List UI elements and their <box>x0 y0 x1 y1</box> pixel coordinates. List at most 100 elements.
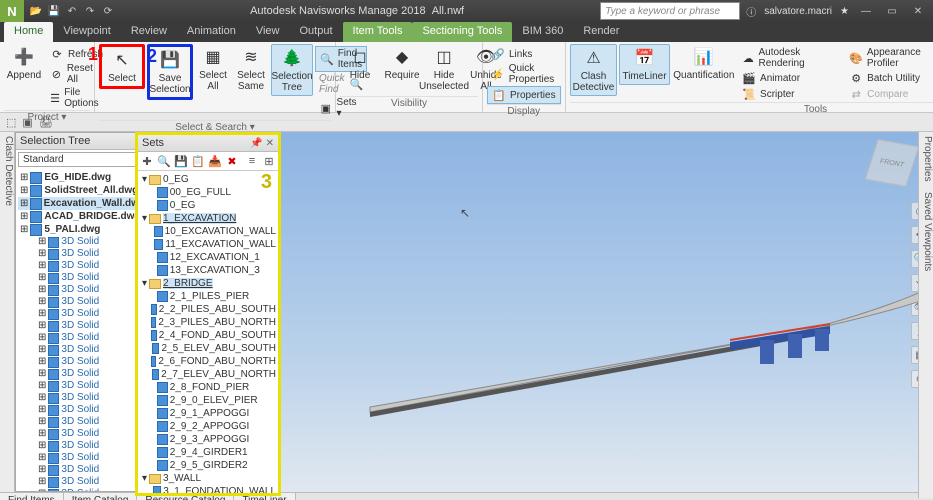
close-button[interactable]: ✕ <box>909 4 927 18</box>
select-button[interactable]: ↖ Select <box>99 44 145 89</box>
close-sets[interactable]: ✕ <box>266 138 274 149</box>
minimize-button[interactable]: — <box>857 4 875 18</box>
tab-view[interactable]: View <box>246 22 290 42</box>
timeliner-button[interactable]: 📅TimeLiner <box>619 44 669 85</box>
sets-expand-icon[interactable]: ⊞ <box>262 154 276 168</box>
tree-file-item[interactable]: ⊞5_PALI.dwg <box>18 223 147 236</box>
tree-solid-item[interactable]: ⊞3D Solid <box>18 236 147 248</box>
user-name[interactable]: salvatore.macri <box>764 6 832 17</box>
selection-tree-body[interactable]: ⊞EG_HIDE.dwg⊞SolidStreet_All.dwg⊞Excavat… <box>16 169 149 491</box>
pin-icon[interactable]: 📌 <box>250 138 262 149</box>
sets-set-item[interactable]: 2_9_1_APPOGGI <box>140 407 276 420</box>
tree-file-item[interactable]: ⊞ACAD_BRIDGE.dwg <box>18 210 147 223</box>
sets-set-item[interactable]: 00_EG_FULL <box>140 186 276 199</box>
sets-set-item[interactable]: 2_3_PILES_ABU_NORTH <box>140 316 276 329</box>
tree-solid-item[interactable]: ⊞3D Solid <box>18 284 147 296</box>
tree-solid-item[interactable]: ⊞3D Solid <box>18 260 147 272</box>
tree-solid-item[interactable]: ⊞3D Solid <box>18 356 147 368</box>
append-button[interactable]: ➕ Append <box>4 44 44 83</box>
tab-bim360[interactable]: BIM 360 <box>512 22 573 42</box>
saved-viewpoints-tab[interactable]: Saved Viewpoints <box>919 192 933 271</box>
tab-viewpoint[interactable]: Viewpoint <box>53 22 121 42</box>
tree-file-item[interactable]: ⊞EG_HIDE.dwg <box>18 171 147 184</box>
bottom-tab-item-catalog[interactable]: Item Catalog <box>64 493 138 500</box>
selection-tree-button[interactable]: 🌲 Selection Tree <box>271 44 313 96</box>
links-button[interactable]: 🔗Links <box>487 46 561 62</box>
save-selection-button[interactable]: 💾 Save Selection <box>147 44 193 100</box>
tab-sectioning-tools[interactable]: Sectioning Tools <box>412 22 512 42</box>
open-icon[interactable]: 📂 <box>30 5 42 17</box>
tree-solid-item[interactable]: ⊞3D Solid <box>18 476 147 488</box>
tab-output[interactable]: Output <box>290 22 343 42</box>
sets-dup-icon[interactable]: 📋 <box>191 154 205 168</box>
sets-search-icon[interactable]: 🔍 <box>157 154 171 168</box>
tree-solid-item[interactable]: ⊞3D Solid <box>18 428 147 440</box>
sets-set-item[interactable]: 2_9_2_APPOGGI <box>140 420 276 433</box>
tree-solid-item[interactable]: ⊞3D Solid <box>18 332 147 344</box>
scripter-button[interactable]: 📜Scripter <box>738 86 843 102</box>
sets-save-icon[interactable]: 💾 <box>174 154 188 168</box>
sets-set-item[interactable]: 10_EXCAVATION_WALL <box>140 225 276 238</box>
tab-animation[interactable]: Animation <box>177 22 246 42</box>
select-all-button[interactable]: ▦ Select All <box>195 44 231 94</box>
tree-mode-dropdown[interactable]: Standard▾ <box>18 152 147 167</box>
sets-new-icon[interactable]: ✚ <box>140 154 154 168</box>
tree-solid-item[interactable]: ⊞3D Solid <box>18 308 147 320</box>
tree-solid-item[interactable]: ⊞3D Solid <box>18 320 147 332</box>
sets-folder-item[interactable]: ▾0_EG <box>140 173 276 186</box>
tree-solid-item[interactable]: ⊞3D Solid <box>18 380 147 392</box>
animator-button[interactable]: 🎬Animator <box>738 70 843 86</box>
appearance-profiler-button[interactable]: 🎨Appearance Profiler <box>845 46 933 70</box>
sets-delete-icon[interactable]: ✖ <box>225 154 239 168</box>
batch-utility-button[interactable]: ⚙Batch Utility <box>845 70 933 86</box>
tree-solid-item[interactable]: ⊞3D Solid <box>18 344 147 356</box>
sets-set-item[interactable]: 2_9_5_GIRDER2 <box>140 459 276 472</box>
viewcube[interactable]: FRONT <box>865 139 919 187</box>
tree-solid-item[interactable]: ⊞3D Solid <box>18 296 147 308</box>
quick-properties-button[interactable]: ⚡Quick Properties <box>487 62 561 86</box>
tree-solid-item[interactable]: ⊞3D Solid <box>18 368 147 380</box>
tab-item-tools[interactable]: Item Tools <box>343 22 413 42</box>
sets-sort-icon[interactable]: ≡ <box>245 154 259 168</box>
sets-set-item[interactable]: 2_2_PILES_ABU_SOUTH <box>140 303 276 316</box>
clash-detective-tab[interactable]: Clash Detective <box>0 132 15 492</box>
save-icon[interactable]: 💾 <box>48 5 60 17</box>
sets-folder-item[interactable]: ▾3_WALL <box>140 472 276 485</box>
infocenter-icon[interactable]: ⓘ <box>746 4 756 19</box>
tree-solid-item[interactable]: ⊞3D Solid <box>18 452 147 464</box>
sets-set-item[interactable]: 11_EXCAVATION_WALL <box>140 238 276 251</box>
favorite-icon[interactable]: ★ <box>840 6 849 17</box>
tree-solid-item[interactable]: ⊞3D Solid <box>18 248 147 260</box>
sets-set-item[interactable]: 0_EG <box>140 199 276 212</box>
sets-set-item[interactable]: 2_1_PILES_PIER <box>140 290 276 303</box>
maximize-button[interactable]: ▭ <box>883 4 901 18</box>
app-logo[interactable]: N <box>0 0 24 22</box>
tree-file-item[interactable]: ⊞SolidStreet_All.dwg <box>18 184 147 197</box>
sets-set-item[interactable]: 2_4_FOND_ABU_SOUTH <box>140 329 276 342</box>
select-same-button[interactable]: ≋ Select Same <box>233 44 269 94</box>
sets-set-item[interactable]: 2_6_FOND_ABU_NORTH <box>140 355 276 368</box>
sets-set-item[interactable]: 12_EXCAVATION_1 <box>140 251 276 264</box>
compare-button[interactable]: ⇄Compare <box>845 86 933 102</box>
tree-solid-item[interactable]: ⊞3D Solid <box>18 404 147 416</box>
undo-icon[interactable]: ↶ <box>66 5 78 17</box>
hide-button[interactable]: ◻Hide <box>340 44 380 83</box>
tree-solid-item[interactable]: ⊞3D Solid <box>18 488 147 491</box>
tab-review[interactable]: Review <box>121 22 177 42</box>
tree-solid-item[interactable]: ⊞3D Solid <box>18 440 147 452</box>
sets-folder-item[interactable]: ▾1_EXCAVATION <box>140 212 276 225</box>
sets-folder-item[interactable]: ▾2_BRIDGE <box>140 277 276 290</box>
tree-solid-item[interactable]: ⊞3D Solid <box>18 272 147 284</box>
require-button[interactable]: ◆Require <box>382 44 422 83</box>
tree-file-item[interactable]: ⊞Excavation_Wall.dwg <box>18 197 147 210</box>
tree-solid-item[interactable]: ⊞3D Solid <box>18 416 147 428</box>
quantification-button[interactable]: 📊Quantification <box>672 44 736 83</box>
clash-detective-button[interactable]: ⚠Clash Detective <box>570 44 618 96</box>
autodesk-rendering-button[interactable]: ☁Autodesk Rendering <box>738 46 843 70</box>
bottom-tab-find-items[interactable]: Find Items <box>0 493 64 500</box>
help-search-input[interactable]: Type a keyword or phrase <box>600 2 740 20</box>
tab-home[interactable]: Home <box>4 22 53 42</box>
properties-tab[interactable]: Properties <box>919 136 933 182</box>
tree-solid-item[interactable]: ⊞3D Solid <box>18 392 147 404</box>
sets-set-item[interactable]: 3_1_FONDATION_WALL <box>140 485 276 493</box>
